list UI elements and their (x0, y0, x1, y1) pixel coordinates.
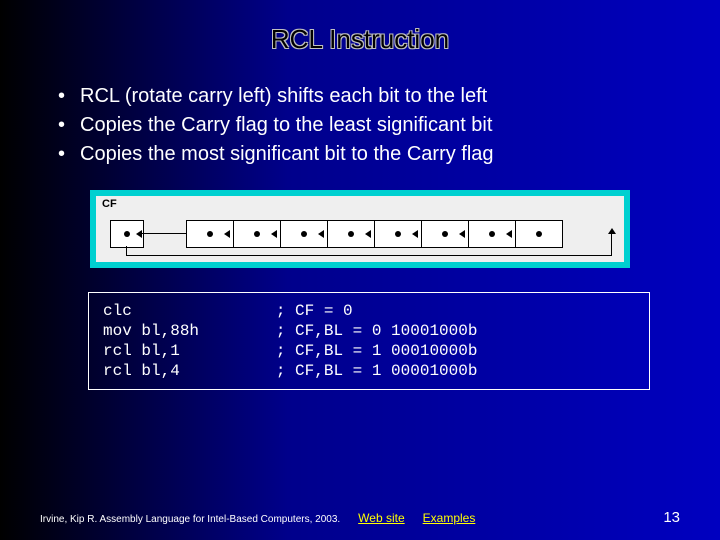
link-examples[interactable]: Examples (423, 511, 476, 525)
bullet-item: Copies the most significant bit to the C… (58, 141, 680, 168)
arrow-left-icon (271, 230, 277, 238)
diagram-inner: CF (96, 196, 624, 262)
slide-title: RCL Instruction (40, 24, 680, 55)
rcl-diagram: CF (90, 190, 630, 268)
loop-arrow-up-icon (611, 234, 612, 256)
bullet-item: Copies the Carry flag to the least signi… (58, 112, 680, 139)
bit-box (515, 220, 563, 248)
arrow-left-icon (224, 230, 230, 238)
arrow-left-icon (142, 233, 186, 234)
code-line: rcl bl,1 ; CF,BL = 1 00010000b (103, 342, 477, 360)
arrow-left-icon (318, 230, 324, 238)
arrow-left-icon (412, 230, 418, 238)
arrow-left-icon (459, 230, 465, 238)
cf-label: CF (102, 198, 117, 210)
bullet-item: RCL (rotate carry left) shifts each bit … (58, 83, 680, 110)
bullet-list: RCL (rotate carry left) shifts each bit … (40, 83, 680, 168)
slide: RCL Instruction RCL (rotate carry left) … (0, 0, 720, 540)
arrow-left-icon (506, 230, 512, 238)
footer: Irvine, Kip R. Assembly Language for Int… (40, 509, 680, 526)
code-line: mov bl,88h ; CF,BL = 0 10001000b (103, 322, 477, 340)
code-line: rcl bl,4 ; CF,BL = 1 00001000b (103, 362, 477, 380)
page-number: 13 (663, 509, 680, 526)
link-website[interactable]: Web site (358, 511, 404, 525)
code-line: clc ; CF = 0 (103, 302, 353, 320)
code-box: clc ; CF = 0 mov bl,88h ; CF,BL = 0 1000… (88, 292, 650, 390)
attribution: Irvine, Kip R. Assembly Language for Int… (40, 514, 340, 525)
arrow-left-icon (365, 230, 371, 238)
bit-row (186, 220, 563, 248)
loop-line (126, 245, 612, 256)
